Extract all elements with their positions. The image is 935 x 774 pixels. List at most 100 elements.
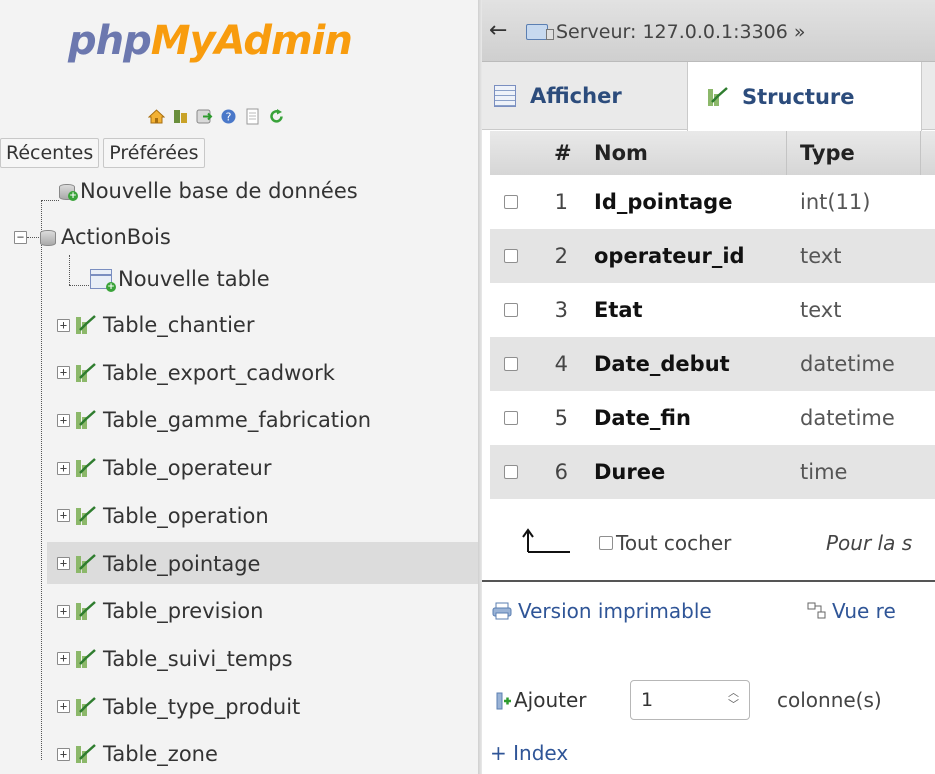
- expand-icon[interactable]: +: [57, 461, 70, 475]
- help-icon[interactable]: ?: [220, 108, 237, 125]
- recent-favorites-tabs: Récentes Préférées: [0, 138, 205, 168]
- arrow-up-icon: [522, 528, 570, 553]
- database-icon[interactable]: [172, 108, 189, 125]
- print-relation-row: Version imprimable Vue re: [482, 594, 935, 628]
- section-divider: [482, 580, 935, 582]
- print-view-link[interactable]: Version imprimable: [518, 596, 712, 626]
- back-arrow-icon[interactable]: ←: [489, 18, 507, 44]
- add-columns-row: Ajouter 1 ︿ ﹀ colonne(s): [482, 680, 935, 720]
- row-number: 6: [554, 460, 568, 484]
- row-number: 3: [554, 298, 568, 322]
- expand-icon[interactable]: +: [57, 318, 70, 332]
- check-all-label[interactable]: Tout cocher: [616, 528, 731, 558]
- relation-view-link[interactable]: Vue re: [832, 596, 896, 626]
- tree-line: [41, 200, 42, 760]
- table-row: 3 Etat text: [490, 283, 935, 337]
- tab-browse[interactable]: Afficher: [482, 62, 687, 130]
- quick-icons: ?: [148, 108, 285, 125]
- table-row: 2 operateur_id text: [490, 229, 935, 283]
- column-count-value: 1: [641, 689, 654, 711]
- header-number: #: [554, 141, 572, 165]
- expand-icon[interactable]: +: [57, 700, 70, 714]
- server-icon: [526, 24, 554, 40]
- svg-text:?: ?: [226, 111, 232, 124]
- column-type: text: [800, 298, 842, 322]
- sidebar-table-table-suivi-temps[interactable]: + Table_suivi_temps: [57, 640, 293, 678]
- sidebar-table-table-operateur[interactable]: + Table_operateur: [57, 449, 272, 487]
- reload-icon[interactable]: [268, 108, 285, 125]
- row-number: 5: [554, 406, 568, 430]
- new-table-icon: +: [90, 269, 116, 292]
- row-number: 2: [554, 244, 568, 268]
- expand-icon[interactable]: +: [57, 366, 70, 380]
- check-all-checkbox[interactable]: [599, 536, 613, 550]
- exit-icon[interactable]: [196, 108, 213, 125]
- documentation-icon[interactable]: [244, 108, 261, 125]
- main-content: ← Serveur: 127.0.0.1:3306 » Afficher Str…: [482, 0, 935, 774]
- collapse-icon[interactable]: −: [14, 230, 27, 244]
- expand-icon[interactable]: +: [57, 604, 70, 618]
- table-icon: [73, 696, 97, 718]
- recent-tab[interactable]: Récentes: [0, 138, 100, 168]
- sidebar-table-table-type-produit[interactable]: + Table_type_produit: [57, 688, 300, 726]
- table-icon: [73, 648, 97, 670]
- column-type: datetime: [800, 406, 895, 430]
- navigation-panel: phpMyAdmin ? Récentes Préférées + Nouvel…: [0, 0, 478, 774]
- sidebar-table-label: Table_operateur: [103, 456, 272, 481]
- database-actionbois[interactable]: − ActionBois: [14, 218, 171, 256]
- row-checkbox[interactable]: [504, 249, 518, 263]
- table-icon: [73, 743, 97, 765]
- column-name: operateur_id: [594, 244, 745, 268]
- add-index-link[interactable]: + Index: [490, 739, 568, 767]
- header-type[interactable]: Type: [800, 141, 855, 165]
- sidebar-table-label: Table_chantier: [103, 313, 255, 337]
- row-checkbox[interactable]: [504, 465, 518, 479]
- column-name: Etat: [594, 298, 643, 322]
- table-icon: [73, 553, 97, 575]
- table-row: 6 Duree time: [490, 445, 935, 499]
- phpmyadmin-logo[interactable]: phpMyAdmin: [68, 10, 353, 72]
- breadcrumb-bar: ← Serveur: 127.0.0.1:3306 »: [482, 0, 935, 62]
- sidebar-table-table-chantier[interactable]: + Table_chantier: [57, 306, 254, 344]
- column-count-input[interactable]: 1 ︿ ﹀: [630, 680, 750, 720]
- sidebar-table-label: Table_export_cadwork: [103, 360, 335, 385]
- sidebar-table-table-operation[interactable]: + Table_operation: [57, 497, 269, 535]
- home-icon[interactable]: [148, 108, 165, 125]
- table-row: 5 Date_fin datetime: [490, 391, 935, 445]
- row-checkbox[interactable]: [504, 303, 518, 317]
- columns-unit-label: colonne(s): [777, 688, 882, 712]
- database-icon: [39, 228, 56, 246]
- new-database-item[interactable]: + Nouvelle base de données: [58, 172, 358, 210]
- row-checkbox[interactable]: [504, 357, 518, 371]
- row-checkbox[interactable]: [504, 411, 518, 425]
- favorites-tab[interactable]: Préférées: [103, 138, 205, 168]
- add-columns-label: Ajouter: [514, 688, 587, 712]
- expand-icon[interactable]: +: [57, 747, 70, 761]
- expand-icon[interactable]: +: [57, 413, 70, 427]
- structure-table-header: # Nom Type: [490, 131, 935, 175]
- row-checkbox[interactable]: [504, 195, 518, 209]
- header-name[interactable]: Nom: [594, 141, 648, 165]
- column-name: Date_fin: [594, 406, 691, 430]
- table-icon: [73, 505, 97, 527]
- tree-line: [69, 285, 89, 286]
- row-number: 1: [554, 190, 568, 214]
- tab-structure[interactable]: Structure: [687, 62, 922, 131]
- table-icon: [73, 457, 97, 479]
- column-type: datetime: [800, 352, 895, 376]
- breadcrumb-server[interactable]: Serveur: 127.0.0.1:3306 »: [556, 19, 806, 45]
- spinner-icon[interactable]: ︿ ﹀: [728, 687, 739, 711]
- expand-icon[interactable]: +: [57, 557, 70, 570]
- sidebar-table-table-prevision[interactable]: + Table_prevision: [57, 592, 263, 630]
- menu-tabs: Afficher Structure: [482, 62, 935, 131]
- sidebar-table-table-pointage[interactable]: + Table_pointage: [57, 545, 260, 583]
- sidebar-table-table-zone[interactable]: + Table_zone: [57, 735, 218, 773]
- table-icon: [73, 314, 97, 336]
- sidebar-table-table-export-cadwork[interactable]: + Table_export_cadwork: [57, 354, 335, 392]
- sidebar-table-table-gamme-fabrication[interactable]: + Table_gamme_fabrication: [57, 401, 371, 439]
- expand-icon[interactable]: +: [57, 652, 70, 666]
- new-table-item[interactable]: + Nouvelle table: [90, 260, 270, 298]
- structure-icon: [706, 86, 728, 108]
- sidebar-table-label: Table_suivi_temps: [103, 646, 293, 671]
- expand-icon[interactable]: +: [57, 509, 70, 523]
